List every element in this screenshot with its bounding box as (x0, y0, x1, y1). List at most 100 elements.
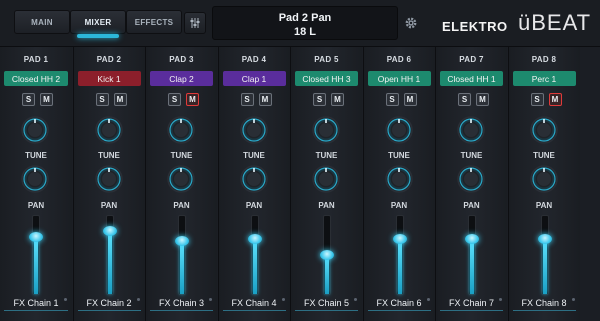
solo-button[interactable]: S (458, 93, 471, 106)
tab-effects[interactable]: EFFECTS (126, 10, 182, 34)
pan-knob[interactable] (167, 165, 195, 193)
solo-button[interactable]: S (168, 93, 181, 106)
gear-button[interactable] (400, 12, 422, 34)
solo-button[interactable]: S (95, 93, 109, 106)
volume-fader[interactable] (247, 215, 262, 295)
pan-label: PAN (173, 201, 190, 210)
fx-chain-dot-icon (209, 298, 212, 301)
fader-handle[interactable] (465, 234, 479, 244)
pad-sample-name[interactable]: Closed HH 3 (295, 71, 358, 86)
pad-sample-name[interactable]: Clap 1 (222, 71, 286, 86)
volume-fader[interactable] (537, 215, 552, 295)
tune-knob[interactable] (94, 116, 123, 144)
mute-button[interactable]: M (331, 93, 344, 106)
mute-button[interactable]: M (403, 93, 417, 106)
tune-label: TUNE (25, 151, 47, 160)
solo-button[interactable]: S (313, 93, 326, 106)
pad-title: PAD 1 (23, 55, 49, 64)
fader-level-fill (107, 230, 112, 294)
mixer-channel-strip: PAD 4 Clap 1 S M TUNE PAN FX Chain 4 (217, 47, 290, 321)
mute-button[interactable]: M (476, 93, 489, 106)
tune-knob[interactable] (529, 116, 558, 144)
fx-chain-selector[interactable]: FX Chain 5 (295, 296, 358, 311)
fx-chain-selector[interactable]: FX Chain 1 (4, 296, 68, 311)
pad-title: PAD 5 (314, 55, 339, 64)
pad-sample-name[interactable]: Closed HH 1 (440, 71, 503, 86)
fx-chain-selector[interactable]: FX Chain 2 (77, 296, 141, 311)
mute-button[interactable]: M (258, 93, 272, 106)
fx-chain-label: FX Chain 2 (86, 298, 132, 308)
settings-sliders-button[interactable] (184, 12, 206, 34)
mixer-channel-strip: PAD 5 Closed HH 3 S M TUNE PAN FX Chain … (290, 47, 362, 321)
volume-fader[interactable] (320, 215, 334, 295)
fader-level-fill (542, 238, 547, 294)
tune-knob[interactable] (239, 116, 268, 144)
pan-label: PAN (318, 201, 335, 210)
mute-button[interactable]: M (113, 93, 127, 106)
volume-fader[interactable] (392, 215, 407, 295)
pad-sample-name[interactable]: Kick 1 (77, 71, 141, 86)
pad-sample-name[interactable]: Clap 2 (150, 71, 213, 86)
fader-handle[interactable] (247, 234, 262, 244)
mute-button[interactable]: M (548, 93, 562, 106)
pad-title: PAD 6 (386, 55, 412, 64)
tune-knob[interactable] (457, 116, 485, 144)
fader-handle[interactable] (392, 234, 407, 244)
mixer-channel-strip: PAD 1 Closed HH 2 S M TUNE PAN FX Chain … (0, 47, 72, 321)
tune-knob[interactable] (167, 116, 195, 144)
solo-button[interactable]: S (385, 93, 399, 106)
pad-sample-name[interactable]: Closed HH 2 (4, 71, 68, 86)
tab-mixer[interactable]: MIXER (70, 10, 126, 38)
fader-level-fill (252, 238, 257, 294)
volume-fader[interactable] (102, 215, 117, 295)
mute-button[interactable]: M (186, 93, 199, 106)
active-tab-indicator (77, 34, 119, 38)
tune-label: TUNE (533, 151, 555, 160)
fx-chain-selector[interactable]: FX Chain 4 (222, 296, 286, 311)
pan-label: PAN (245, 201, 263, 210)
pan-knob[interactable] (312, 165, 340, 193)
pan-knob[interactable] (94, 165, 123, 193)
pan-knob[interactable] (457, 165, 485, 193)
fx-chain-selector[interactable]: FX Chain 6 (367, 296, 431, 311)
tune-knob[interactable] (384, 116, 413, 144)
solo-button[interactable]: S (240, 93, 254, 106)
fx-chain-dot-icon (571, 298, 575, 301)
pan-label: PAN (535, 201, 553, 210)
fader-handle[interactable] (320, 250, 334, 260)
pan-knob[interactable] (239, 165, 268, 193)
fx-chain-label: FX Chain 6 (376, 298, 422, 308)
logo-brand: ELEKTRO (442, 19, 508, 34)
fx-chain-selector[interactable]: FX Chain 7 (440, 296, 503, 311)
mute-button[interactable]: M (40, 93, 53, 106)
pad-title: PAD 7 (459, 55, 484, 64)
solo-button[interactable]: S (22, 93, 35, 106)
logo-product: üBEAT (518, 10, 592, 35)
volume-fader[interactable] (465, 215, 479, 295)
fx-chain-dot-icon (426, 298, 430, 301)
volume-fader[interactable] (29, 215, 43, 295)
pad-sample-name[interactable]: Open HH 1 (367, 71, 431, 86)
tune-label: TUNE (170, 151, 193, 160)
pan-knob[interactable] (384, 165, 413, 193)
fader-handle[interactable] (102, 226, 117, 236)
mixer-channel-strip: PAD 3 Clap 2 S M TUNE PAN FX Chain 3 (145, 47, 217, 321)
fx-chain-label: FX Chain 7 (448, 298, 495, 308)
tune-knob[interactable] (312, 116, 340, 144)
parameter-display: Pad 2 Pan 18 L (212, 6, 398, 40)
fader-handle[interactable] (537, 234, 552, 244)
fx-chain-selector[interactable]: FX Chain 3 (150, 296, 213, 311)
tune-label: TUNE (98, 151, 120, 160)
tab-main[interactable]: MAIN (14, 10, 70, 34)
solo-button[interactable]: S (530, 93, 544, 106)
pad-sample-name[interactable]: Perc 1 (512, 71, 576, 86)
pan-knob[interactable] (21, 165, 49, 193)
fader-handle[interactable] (175, 236, 189, 246)
pan-knob[interactable] (529, 165, 558, 193)
fx-chain-label: FX Chain 4 (231, 298, 277, 308)
tune-knob[interactable] (21, 116, 49, 144)
fx-chain-selector[interactable]: FX Chain 8 (512, 296, 576, 311)
fader-handle[interactable] (29, 232, 43, 242)
fx-chain-dot-icon (499, 298, 502, 301)
volume-fader[interactable] (175, 215, 189, 295)
